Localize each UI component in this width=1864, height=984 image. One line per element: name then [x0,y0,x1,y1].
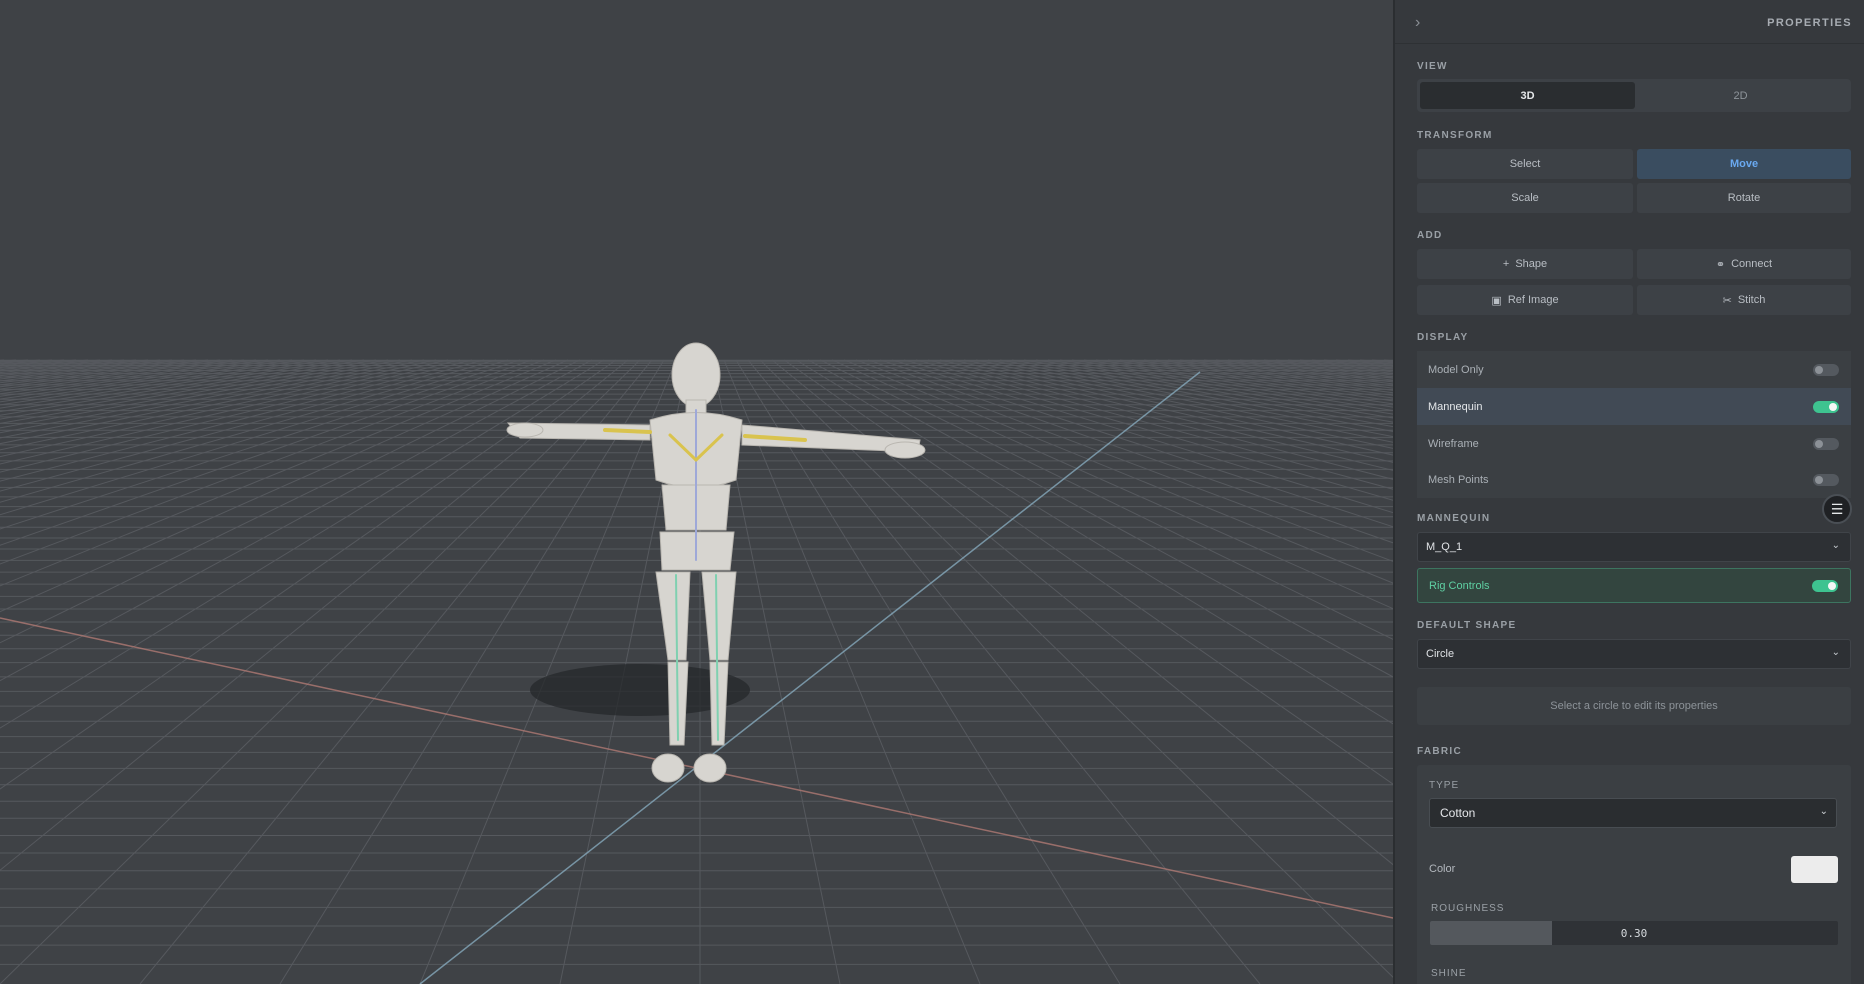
mannequin-select[interactable]: M_Q_1 ⌄ [1417,532,1851,562]
sliders-icon[interactable]: ☰ [1822,494,1852,524]
display-model-only-row[interactable]: Model Only [1417,351,1851,388]
fabric-color-label: Color [1429,863,1456,875]
link-icon: ⚭ [1715,258,1726,271]
image-icon: ▣ [1491,294,1502,307]
scale-button[interactable]: Scale [1417,183,1633,213]
mannequin-display-label: Mannequin [1428,400,1483,413]
rig-controls-row[interactable]: Rig Controls [1417,568,1851,603]
view-3d-button[interactable]: 3D [1420,82,1635,109]
stitch-label: Stitch [1737,294,1766,306]
view-label: VIEW [1417,61,1448,72]
ref-image-label: Ref Image [1507,294,1559,306]
display-mesh-points-row[interactable]: Mesh Points [1417,461,1851,498]
scene-canvas[interactable] [0,0,1393,984]
fabric-color-swatch[interactable] [1791,856,1838,883]
model-only-toggle[interactable] [1813,364,1839,376]
rotate-button[interactable]: Rotate [1637,183,1851,213]
panel-title: PROPERTIES [1767,17,1852,29]
mannequin-select-value: M_Q_1 [1426,541,1463,553]
connect-label: Connect [1731,258,1773,270]
display-mannequin-row[interactable]: Mannequin [1417,388,1851,425]
default-shape-value: Circle [1426,648,1455,660]
scissors-icon: ✂ [1722,294,1732,307]
fabric-label: FABRIC [1417,746,1463,757]
roughness-slider[interactable]: 0.30 [1430,921,1838,945]
chevron-down-icon: ⌄ [1831,647,1840,658]
chevron-down-icon: ⌄ [1819,806,1828,817]
wireframe-toggle[interactable] [1813,438,1839,450]
chevron-down-icon: ⌄ [1831,540,1840,551]
wireframe-label: Wireframe [1428,437,1479,450]
default-shape-label: DEFAULT SHAPE [1417,620,1517,631]
connect-button[interactable]: ⚭ Connect [1637,249,1851,279]
properties-panel: › PROPERTIES VIEW 3D 2D TRANSFORM Select… [1393,0,1864,984]
default-shape-select[interactable]: Circle ⌄ [1417,639,1851,669]
model-only-label: Model Only [1428,363,1484,376]
plus-icon: + [1502,258,1510,270]
mesh-points-toggle[interactable] [1813,474,1839,486]
mannequin-toggle[interactable] [1813,401,1839,413]
select-button[interactable]: Select [1417,149,1633,179]
roughness-label: ROUGHNESS [1431,903,1505,914]
move-button[interactable]: Move [1637,149,1851,179]
view-2d-button[interactable]: 2D [1633,82,1848,109]
transform-label: TRANSFORM [1417,130,1493,141]
panel-header: › PROPERTIES [1395,0,1864,44]
rig-controls-label: Rig Controls [1429,579,1490,592]
mesh-points-label: Mesh Points [1428,473,1489,486]
shape-hint: Select a circle to edit its properties [1417,687,1851,725]
fabric-section: TYPE Cotton ⌄ Color ROUGHNESS 0.30 SHINE [1417,765,1851,984]
add-shape-button[interactable]: + Shape [1417,249,1633,279]
add-label: ADD [1417,230,1443,241]
stitch-button[interactable]: ✂ Stitch [1637,285,1851,315]
ref-image-button[interactable]: ▣ Ref Image [1417,285,1633,315]
mannequin-label: MANNEQUIN [1417,513,1491,524]
rig-controls-toggle[interactable] [1812,580,1838,592]
shine-label: SHINE [1431,968,1467,979]
3d-viewport[interactable] [0,0,1393,984]
add-shape-label: Shape [1515,258,1548,270]
display-label: DISPLAY [1417,332,1469,343]
view-toggle: 3D 2D [1417,79,1851,112]
fabric-type-label: TYPE [1429,780,1460,791]
fabric-type-select[interactable]: Cotton ⌄ [1429,798,1837,828]
fabric-type-value: Cotton [1440,806,1476,820]
roughness-value: 0.30 [1620,926,1648,940]
app: › PROPERTIES VIEW 3D 2D TRANSFORM Select… [0,0,1864,984]
display-wireframe-row[interactable]: Wireframe [1417,425,1851,462]
chevron-right-icon[interactable]: › [1415,14,1420,32]
